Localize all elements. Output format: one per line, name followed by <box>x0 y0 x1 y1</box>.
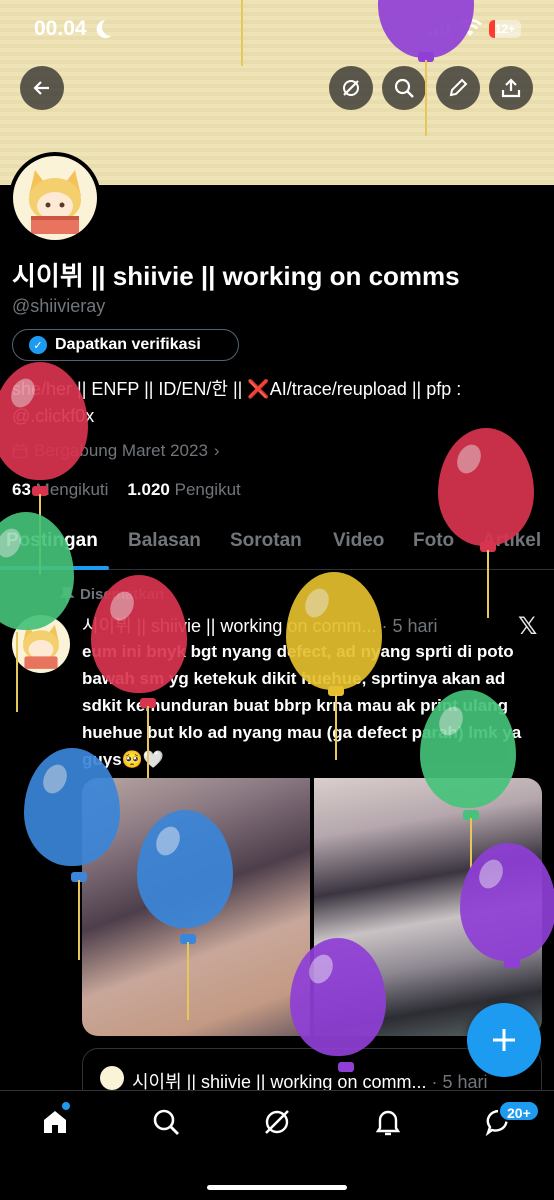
edit-button[interactable] <box>436 66 480 110</box>
purple-balloon <box>460 843 554 961</box>
search-icon <box>394 78 414 98</box>
balloon-string <box>470 818 472 868</box>
plus-icon <box>493 1029 515 1051</box>
messages-badge: 20+ <box>498 1100 540 1122</box>
followers-count: 1.020 <box>127 480 170 499</box>
yellow-balloon <box>286 572 382 690</box>
grok-button[interactable] <box>329 66 373 110</box>
grok-icon <box>265 1110 289 1134</box>
balloon-string <box>16 632 18 712</box>
tab-replies[interactable]: Balasan <box>128 530 201 552</box>
status-time: 00.04 <box>34 17 87 40</box>
moon-icon <box>101 17 122 38</box>
blue-balloon <box>137 810 233 928</box>
balloon-string <box>335 694 337 760</box>
post-time: · 5 hari <box>381 616 438 636</box>
tab-highlights[interactable]: Sorotan <box>230 530 302 552</box>
following-link[interactable]: 63 Mengikuti <box>12 480 108 499</box>
verified-badge-icon: ✓ <box>29 336 47 354</box>
pencil-icon <box>449 78 468 97</box>
get-verified-button[interactable]: ✓ Dapatkan verifikasi <box>12 329 239 361</box>
nav-grok[interactable] <box>259 1104 295 1140</box>
home-indicator <box>207 1185 347 1190</box>
red-balloon <box>91 575 187 693</box>
arrow-left-icon <box>33 81 49 95</box>
cross-mark-icon: ❌ <box>247 379 270 399</box>
green-balloon <box>420 690 516 808</box>
get-verified-label: Dapatkan verifikasi <box>55 336 201 353</box>
profile-handle: @shiivieray <box>12 296 106 316</box>
red-balloon <box>438 428 534 546</box>
grok-icon <box>343 80 359 96</box>
profile-bio: she/her || ENFP || ID/EN/한 || ❌AI/trace/… <box>12 376 547 430</box>
followers-label: Pengikut <box>174 480 241 499</box>
quoted-author-avatar <box>100 1066 124 1090</box>
share-icon <box>501 78 521 98</box>
chevron-right-icon: › <box>213 441 220 460</box>
share-button[interactable] <box>489 66 533 110</box>
x-logo-icon: 𝕏 <box>518 613 538 640</box>
battery-level: 12+ <box>494 22 516 36</box>
balloon-string <box>78 880 80 960</box>
back-button[interactable] <box>20 66 64 110</box>
nav-search[interactable] <box>148 1104 184 1140</box>
avatar-illustration <box>29 170 81 234</box>
battery-icon: 12+ <box>489 20 521 38</box>
blue-balloon <box>24 748 120 866</box>
balloon-string <box>147 706 149 778</box>
home-icon <box>44 1111 66 1133</box>
search-button[interactable] <box>382 66 426 110</box>
tab-video[interactable]: Video <box>333 530 384 552</box>
balloon-string <box>487 550 489 618</box>
quoted-author-name: 시이뷔 || shiivie || working on comm... <box>132 1072 427 1092</box>
tab-photos[interactable]: Foto <box>413 530 454 552</box>
purple-balloon <box>290 938 386 1056</box>
profile-avatar[interactable] <box>9 152 101 244</box>
profile-display-name: 시이뷔 || shiivie || working on comms <box>12 261 460 291</box>
balloon-string <box>241 0 243 66</box>
balloon-string <box>425 60 427 136</box>
following-count: 63 <box>12 480 31 499</box>
home-unread-dot <box>62 1102 70 1110</box>
balloon-knot <box>504 958 520 968</box>
search-icon <box>153 1109 179 1135</box>
quoted-post-time: · 5 hari <box>431 1072 488 1092</box>
compose-button[interactable] <box>467 1003 541 1077</box>
followers-link[interactable]: 1.020 Pengikut <box>127 480 240 499</box>
balloon-knot <box>338 1062 354 1072</box>
bell-icon <box>375 1110 401 1136</box>
nav-notifications[interactable] <box>370 1104 406 1140</box>
balloon-string <box>187 942 189 1020</box>
